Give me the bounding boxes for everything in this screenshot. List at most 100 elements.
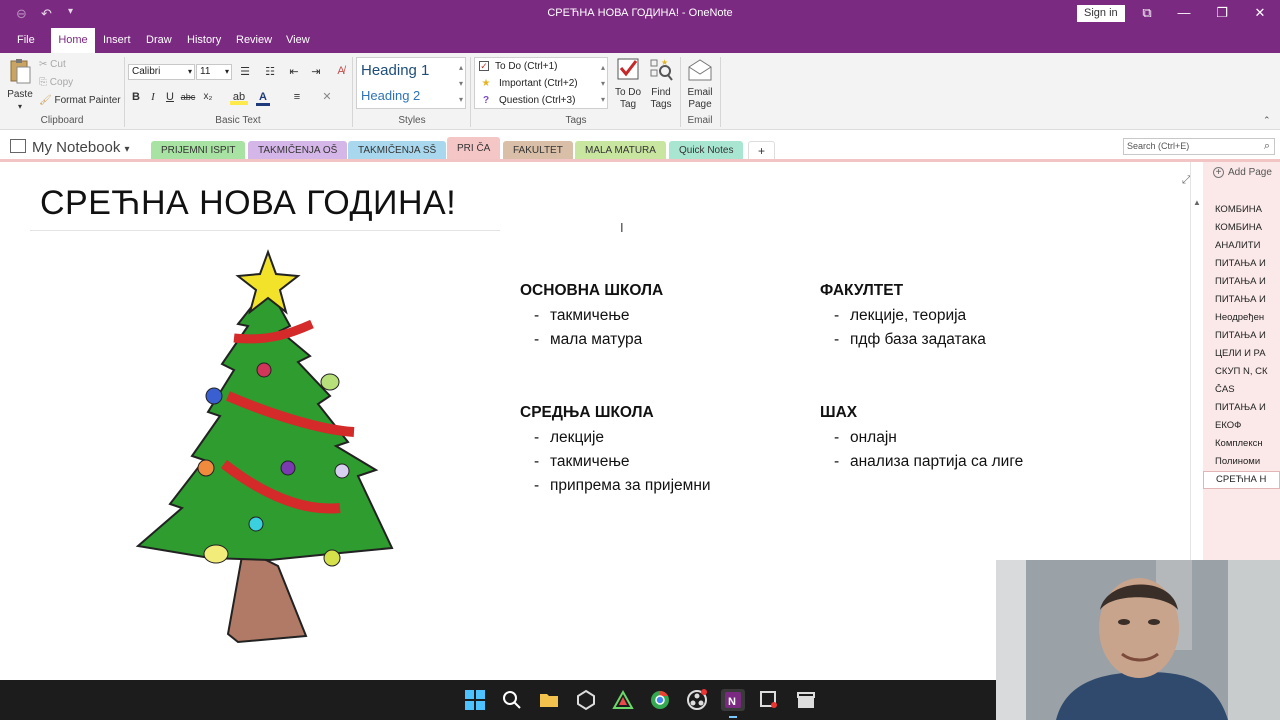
menu-history[interactable]: History: [180, 28, 228, 53]
page-list-item[interactable]: КОМБИНА: [1215, 204, 1275, 215]
page-list-item[interactable]: АНАЛИТИ: [1215, 240, 1275, 251]
page-list-item[interactable]: ПИТАЊА И: [1215, 330, 1275, 341]
tag-important[interactable]: ★ Important (Ctrl+2): [479, 78, 578, 89]
section-tab-mala-matura[interactable]: MALA MATURA: [575, 141, 666, 160]
block-srednja-skola[interactable]: СРЕДЊА ШКОЛА - лекције - такмичење - припре…: [520, 404, 711, 498]
decrease-indent-icon[interactable]: ⇤: [287, 64, 301, 80]
search-icon[interactable]: ⌕: [1264, 139, 1270, 154]
block-sah[interactable]: ШАХ - онлајн - анализа партија са лиге: [820, 404, 1023, 474]
format-painter-button[interactable]: 🖌 Format Painter: [39, 95, 121, 106]
email-page-button[interactable]: Email Page: [684, 57, 716, 111]
page-list-item[interactable]: КОМБИНА: [1215, 222, 1275, 233]
font-size-combo[interactable]: 11 ▾: [196, 64, 232, 80]
gallery-scroll-icon[interactable]: ▴ ▾ ▾: [459, 60, 463, 108]
chrome-icon[interactable]: [649, 689, 671, 711]
menu-review[interactable]: Review: [229, 28, 279, 53]
maximize-button[interactable]: ❐: [1212, 4, 1232, 22]
page-scrollbar[interactable]: ▲: [1190, 162, 1203, 560]
page-list-item[interactable]: Неодређен: [1215, 312, 1275, 323]
style-heading-2[interactable]: Heading 2: [361, 88, 420, 103]
brush-icon: 🖌: [39, 95, 52, 106]
highlight-icon[interactable]: ab: [230, 89, 248, 105]
section-tab-takmicenja-ss[interactable]: TAKMIČENJA SŠ: [348, 141, 447, 160]
sign-in-button[interactable]: Sign in: [1077, 5, 1125, 22]
strikethrough-icon[interactable]: abc: [180, 89, 196, 105]
menu-insert[interactable]: Insert: [96, 28, 138, 53]
underline-icon[interactable]: U: [164, 89, 176, 105]
search-input[interactable]: Search (Ctrl+E) ⌕: [1123, 138, 1275, 155]
onenote-icon[interactable]: N: [721, 689, 745, 711]
page-list-item[interactable]: ПИТАЊА И: [1215, 294, 1275, 305]
page-list-item[interactable]: ЦЕЛИ И РА: [1215, 348, 1275, 359]
search-icon[interactable]: [501, 689, 523, 711]
close-button[interactable]: ✕: [1250, 4, 1270, 22]
tag-todo[interactable]: ✓ To Do (Ctrl+1): [479, 61, 558, 72]
snipping-icon[interactable]: [758, 689, 780, 711]
ribbon-display-icon[interactable]: ⧉: [1137, 4, 1157, 22]
notebook-selector[interactable]: My Notebook ▾: [10, 139, 130, 156]
page-list-item[interactable]: ЕКОФ: [1215, 420, 1275, 431]
obs-icon[interactable]: [686, 689, 708, 711]
page-list-item[interactable]: Комплексн: [1215, 438, 1275, 449]
app-cube-icon[interactable]: [575, 689, 597, 711]
delete-icon[interactable]: ✕: [319, 89, 335, 105]
taskbar: N: [0, 680, 996, 720]
cut-button[interactable]: ✂ Cut: [39, 59, 66, 70]
tags-gallery[interactable]: ✓ To Do (Ctrl+1) ★ Important (Ctrl+2) ? Que…: [474, 57, 608, 109]
subscript-icon[interactable]: x₂: [200, 89, 216, 105]
block-fakultet[interactable]: ФАКУЛТЕТ - лекције, теорија - пдф база зад…: [820, 282, 986, 352]
style-heading-1[interactable]: Heading 1: [361, 62, 429, 79]
minimize-button[interactable]: —: [1174, 4, 1194, 22]
page-list-item[interactable]: ПИТАЊА И: [1215, 402, 1275, 413]
ribbon-separator: [720, 57, 721, 127]
section-tab-fakultet[interactable]: FAKULTET: [503, 141, 573, 160]
paste-button[interactable]: Paste ▾: [6, 57, 34, 113]
styles-gallery[interactable]: Heading 1 Heading 2 ▴ ▾ ▾: [356, 57, 466, 109]
clear-formatting-icon[interactable]: A̸: [333, 63, 349, 79]
page-list-item[interactable]: Полиноми: [1215, 456, 1275, 467]
todo-tag-button[interactable]: To Do Tag: [612, 57, 644, 111]
bullets-icon[interactable]: ☰: [235, 64, 255, 80]
bold-icon[interactable]: B: [130, 89, 142, 105]
numbering-icon[interactable]: ☷: [260, 64, 280, 80]
increase-indent-icon[interactable]: ⇥: [309, 64, 323, 80]
christmas-tree-drawing: [135, 249, 394, 644]
add-page-button[interactable]: + Add Page: [1213, 167, 1272, 178]
page-list-item[interactable]: ПИТАЊА И: [1215, 258, 1275, 269]
file-explorer-icon[interactable]: [538, 689, 560, 711]
chevron-down-icon: ▾: [187, 67, 192, 76]
menu-file[interactable]: File: [10, 28, 42, 53]
section-tab-prica[interactable]: PRI ČA: [447, 137, 501, 162]
find-tags-button[interactable]: ★ Find Tags: [646, 57, 676, 111]
section-tab-quick-notes[interactable]: Quick Notes: [669, 141, 744, 160]
menu-draw[interactable]: Draw: [139, 28, 179, 53]
section-tab-prijemni[interactable]: PRIJEMNI ISPIT: [151, 141, 246, 160]
menu-home[interactable]: Home: [51, 28, 95, 53]
tag-question[interactable]: ? Question (Ctrl+3): [479, 95, 575, 106]
gallery-scroll-icon[interactable]: ▴ ▾ ▾: [601, 60, 605, 108]
collapse-ribbon-icon[interactable]: ⌃: [1263, 115, 1271, 126]
plus-icon: +: [1213, 167, 1224, 178]
page-list-item[interactable]: СРЕЋНА Н: [1203, 471, 1280, 489]
italic-icon[interactable]: I: [147, 89, 159, 105]
tree-body: [135, 284, 394, 562]
page-list-item[interactable]: ПИТАЊА И: [1215, 276, 1275, 287]
menu-view[interactable]: View: [279, 28, 317, 53]
triangle-app-icon[interactable]: [612, 689, 634, 711]
clapper-icon[interactable]: [795, 689, 817, 711]
svg-text:N: N: [728, 696, 736, 708]
page-list-item[interactable]: ČAS: [1215, 384, 1275, 395]
scroll-up-icon[interactable]: ▲: [1193, 198, 1201, 207]
font-name-combo[interactable]: Calibri ▾: [128, 64, 195, 80]
copy-button[interactable]: ⎘ Copy: [39, 77, 73, 88]
font-color-icon[interactable]: A: [256, 89, 270, 106]
align-icon[interactable]: ≡: [289, 89, 305, 105]
block-osnovna-skola[interactable]: ОСНОВНА ШКОЛА - такмичење - мала матура: [520, 282, 663, 352]
page-title[interactable]: СРЕЋНА НОВА ГОДИНА!: [40, 184, 456, 223]
page-list-item[interactable]: СКУП N, СК: [1215, 366, 1275, 377]
windows-icon[interactable]: [464, 689, 486, 711]
ornament: [197, 459, 215, 477]
paste-dropdown-icon[interactable]: ▾: [6, 101, 34, 113]
section-tab-takmicenja-os[interactable]: TAKMIČENJA OŠ: [248, 141, 348, 160]
add-section-button[interactable]: +: [748, 141, 776, 160]
